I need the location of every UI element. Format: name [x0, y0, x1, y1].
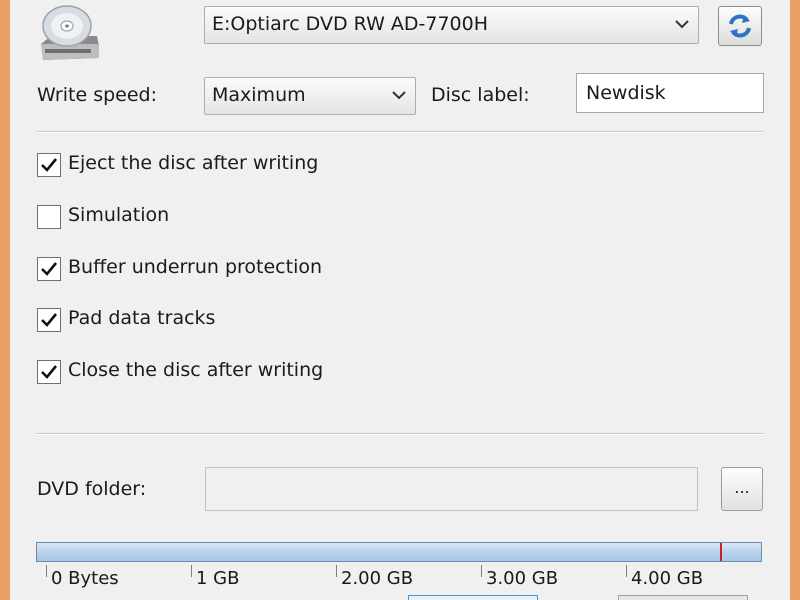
- disc-label-label: Disc label:: [431, 84, 530, 106]
- write-speed-select[interactable]: Maximum: [204, 77, 416, 115]
- scale-tick: [191, 565, 192, 577]
- option-label: Buffer underrun protection: [68, 256, 323, 278]
- option-label: Eject the disc after writing: [68, 152, 319, 174]
- separator: [37, 433, 763, 435]
- drive-select[interactable]: E:Optiarc DVD RW AD-7700H: [204, 6, 699, 44]
- burn-options-window: E:Optiarc DVD RW AD-7700H Write speed: M…: [10, 0, 790, 600]
- dvd-folder-input[interactable]: [205, 467, 698, 511]
- scale-tick: [46, 565, 47, 577]
- write-speed-label: Write speed:: [37, 84, 158, 106]
- option-label: Close the disc after writing: [68, 359, 324, 381]
- scale-label: 2.00 GB: [341, 568, 414, 589]
- checkbox[interactable]: [37, 205, 61, 229]
- chevron-down-icon: [391, 78, 407, 114]
- scale-label: 3.00 GB: [486, 568, 559, 589]
- scale-label: 0 Bytes: [51, 568, 119, 589]
- drive-select-value: E:Optiarc DVD RW AD-7700H: [212, 13, 489, 35]
- checkmark-icon: [41, 313, 58, 327]
- capacity-limit-marker: [720, 543, 722, 561]
- scale-tick: [481, 565, 482, 577]
- optical-drive-icon: [37, 4, 103, 66]
- option-label: Simulation: [68, 204, 170, 226]
- checkbox[interactable]: [37, 360, 61, 384]
- bottom-button[interactable]: [408, 595, 538, 600]
- option-label: Pad data tracks: [68, 307, 216, 329]
- scale-label: 4.00 GB: [631, 568, 704, 589]
- checkbox[interactable]: [37, 257, 61, 281]
- disc-capacity-bar: [36, 542, 762, 562]
- checkbox[interactable]: [37, 153, 61, 177]
- refresh-drives-button[interactable]: [718, 6, 762, 46]
- dvd-folder-label: DVD folder:: [37, 478, 147, 500]
- disc-label-input[interactable]: Newdisk: [576, 73, 764, 113]
- scale-label: 1 GB: [196, 568, 240, 589]
- browse-folder-button[interactable]: ...: [721, 467, 763, 511]
- separator: [37, 131, 763, 133]
- checkmark-icon: [41, 262, 58, 276]
- refresh-icon: [729, 14, 751, 38]
- checkmark-icon: [41, 158, 58, 172]
- scale-tick: [336, 565, 337, 577]
- chevron-down-icon: [674, 7, 690, 43]
- bottom-button[interactable]: [618, 595, 748, 600]
- scale-tick: [626, 565, 627, 577]
- write-speed-value: Maximum: [212, 84, 306, 106]
- checkbox[interactable]: [37, 308, 61, 332]
- checkmark-icon: [41, 365, 58, 379]
